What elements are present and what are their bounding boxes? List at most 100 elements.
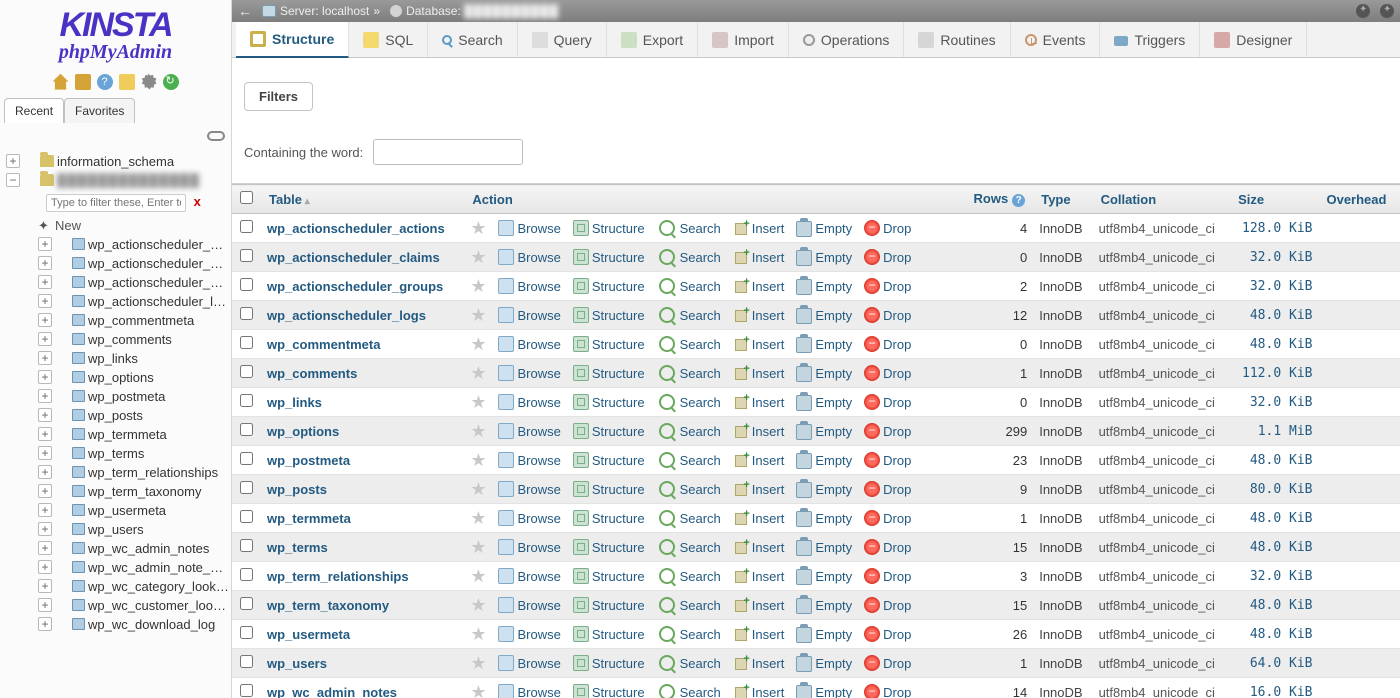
table-name-link[interactable]: wp_actionscheduler_actions: [267, 221, 445, 236]
action-empty[interactable]: Empty: [796, 625, 852, 643]
action-empty[interactable]: Empty: [796, 451, 852, 469]
action-empty[interactable]: Empty: [796, 509, 852, 527]
tree-table-item[interactable]: +wp_wc_admin_note_actions: [2, 558, 229, 577]
action-drop[interactable]: Drop: [864, 597, 911, 613]
action-insert[interactable]: Insert: [733, 510, 785, 526]
row-checkbox[interactable]: [240, 481, 253, 494]
tree-db-current[interactable]: − ██████████████: [2, 171, 229, 190]
expand-icon[interactable]: +: [38, 484, 52, 498]
breadcrumb-db-label[interactable]: Database:: [406, 4, 461, 18]
row-checkbox[interactable]: [240, 597, 253, 610]
tab-operations[interactable]: Operations: [789, 22, 904, 57]
tree-table-item[interactable]: +wp_users: [2, 520, 229, 539]
favorite-star-icon[interactable]: ★: [470, 595, 486, 615]
action-insert[interactable]: Insert: [733, 307, 785, 323]
action-structure[interactable]: Structure: [573, 481, 645, 497]
row-checkbox[interactable]: [240, 249, 253, 262]
expand-icon[interactable]: +: [38, 408, 52, 422]
favorite-star-icon[interactable]: ★: [470, 479, 486, 499]
sql-window-icon[interactable]: [119, 74, 135, 90]
expand-icon[interactable]: +: [38, 560, 52, 574]
collapse-icon[interactable]: −: [6, 173, 20, 187]
row-checkbox[interactable]: [240, 452, 253, 465]
table-name-link[interactable]: wp_termmeta: [267, 511, 351, 526]
action-insert[interactable]: Insert: [733, 336, 785, 352]
row-checkbox[interactable]: [240, 220, 253, 233]
action-empty[interactable]: Empty: [796, 654, 852, 672]
action-empty[interactable]: Empty: [796, 596, 852, 614]
action-search[interactable]: Search: [657, 479, 721, 499]
home-icon[interactable]: [53, 74, 69, 90]
reload-icon[interactable]: [163, 74, 179, 90]
col-table[interactable]: Table: [261, 185, 464, 214]
row-checkbox[interactable]: [240, 394, 253, 407]
table-name-link[interactable]: wp_actionscheduler_claims: [267, 250, 440, 265]
row-checkbox[interactable]: [240, 336, 253, 349]
expand-icon[interactable]: +: [38, 389, 52, 403]
tab-export[interactable]: Export: [607, 22, 698, 57]
favorite-star-icon[interactable]: ★: [470, 566, 486, 586]
expand-icon[interactable]: +: [38, 370, 52, 384]
action-empty[interactable]: Empty: [796, 277, 852, 295]
action-browse[interactable]: Browse: [498, 655, 560, 671]
tab-import[interactable]: Import: [698, 22, 789, 57]
table-name-link[interactable]: wp_commentmeta: [267, 337, 380, 352]
action-drop[interactable]: Drop: [864, 684, 911, 698]
table-name-link[interactable]: wp_actionscheduler_logs: [267, 308, 426, 323]
tree-table-item[interactable]: +wp_term_taxonomy: [2, 482, 229, 501]
expand-icon[interactable]: +: [38, 522, 52, 536]
action-search[interactable]: Search: [657, 450, 721, 470]
page-options-icon[interactable]: [1380, 4, 1394, 18]
tree-db-information_schema[interactable]: + information_schema: [2, 152, 229, 171]
action-structure[interactable]: Structure: [573, 597, 645, 613]
tree-table-item[interactable]: +wp_comments: [2, 330, 229, 349]
action-search[interactable]: Search: [657, 508, 721, 528]
favorite-star-icon[interactable]: ★: [470, 363, 486, 383]
action-structure[interactable]: Structure: [573, 510, 645, 526]
action-insert[interactable]: Insert: [733, 423, 785, 439]
tab-structure[interactable]: Structure: [236, 22, 349, 58]
action-empty[interactable]: Empty: [796, 422, 852, 440]
favorite-star-icon[interactable]: ★: [470, 653, 486, 673]
tree-table-item[interactable]: +wp_term_relationships: [2, 463, 229, 482]
action-search[interactable]: Search: [657, 624, 721, 644]
tree-table-item[interactable]: +wp_terms: [2, 444, 229, 463]
action-drop[interactable]: Drop: [864, 220, 911, 236]
favorite-star-icon[interactable]: ★: [470, 392, 486, 412]
tab-sql[interactable]: SQL: [349, 22, 428, 57]
tree-table-item[interactable]: +wp_wc_customer_lookup: [2, 596, 229, 615]
favorite-star-icon[interactable]: ★: [470, 537, 486, 557]
action-browse[interactable]: Browse: [498, 365, 560, 381]
favorite-star-icon[interactable]: ★: [470, 276, 486, 296]
action-drop[interactable]: Drop: [864, 336, 911, 352]
action-drop[interactable]: Drop: [864, 568, 911, 584]
expand-icon[interactable]: +: [38, 617, 52, 631]
action-empty[interactable]: Empty: [796, 335, 852, 353]
expand-icon[interactable]: +: [38, 579, 52, 593]
row-checkbox[interactable]: [240, 510, 253, 523]
row-checkbox[interactable]: [240, 278, 253, 291]
table-name-link[interactable]: wp_actionscheduler_groups: [267, 279, 443, 294]
action-browse[interactable]: Browse: [498, 307, 560, 323]
row-checkbox[interactable]: [240, 539, 253, 552]
action-empty[interactable]: Empty: [796, 480, 852, 498]
action-search[interactable]: Search: [657, 218, 721, 238]
action-browse[interactable]: Browse: [498, 510, 560, 526]
action-search[interactable]: Search: [657, 305, 721, 325]
table-name-link[interactable]: wp_users: [267, 656, 327, 671]
action-drop[interactable]: Drop: [864, 626, 911, 642]
action-structure[interactable]: Structure: [573, 684, 645, 698]
action-browse[interactable]: Browse: [498, 626, 560, 642]
expand-icon[interactable]: +: [6, 154, 20, 168]
action-browse[interactable]: Browse: [498, 597, 560, 613]
table-name-link[interactable]: wp_options: [267, 424, 339, 439]
help-icon[interactable]: ?: [1012, 194, 1025, 207]
action-insert[interactable]: Insert: [733, 220, 785, 236]
expand-icon[interactable]: +: [38, 446, 52, 460]
action-drop[interactable]: Drop: [864, 539, 911, 555]
action-browse[interactable]: Browse: [498, 278, 560, 294]
clear-filter-icon[interactable]: x: [194, 194, 201, 209]
tree-table-item[interactable]: +wp_options: [2, 368, 229, 387]
action-structure[interactable]: Structure: [573, 539, 645, 555]
action-search[interactable]: Search: [657, 421, 721, 441]
